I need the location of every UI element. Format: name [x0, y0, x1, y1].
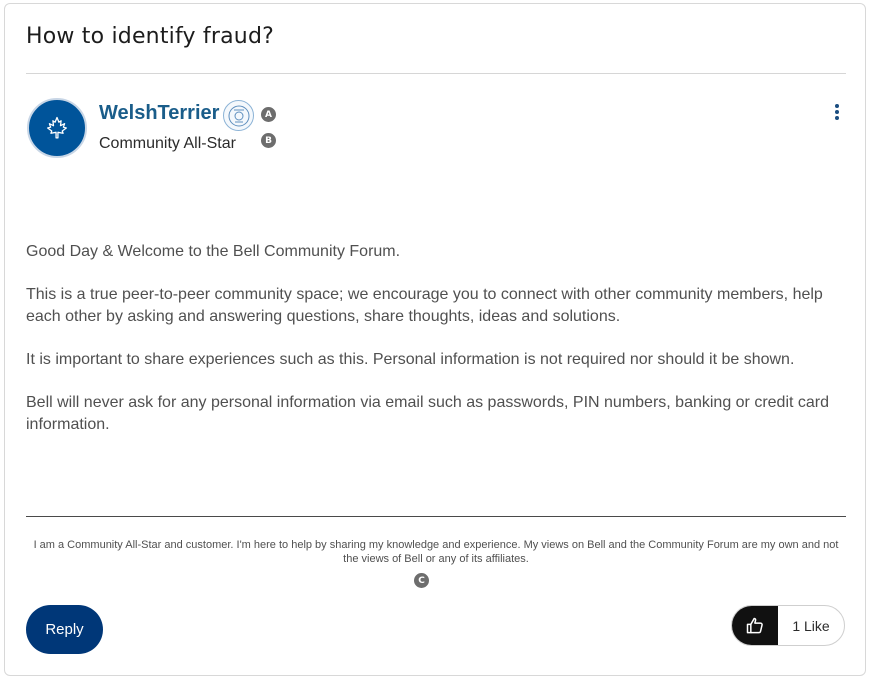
author-signature: I am a Community All-Star and customer. … [33, 539, 839, 565]
annotation-marker-c: C [414, 573, 429, 588]
like-button[interactable] [732, 606, 778, 645]
post-options-menu-icon[interactable] [831, 102, 843, 122]
title-divider [26, 73, 846, 74]
maple-leaf-icon [47, 116, 67, 139]
author-rank: Community All-Star [99, 135, 236, 152]
like-count[interactable]: 1 Like [778, 606, 844, 645]
post-paragraph: It is important to share experiences suc… [26, 351, 795, 368]
like-control: 1 Like [731, 605, 845, 646]
author-avatar[interactable] [27, 98, 87, 158]
post-paragraph: Good Day & Welcome to the Bell Community… [26, 243, 401, 260]
signature-divider [26, 516, 846, 517]
annotation-marker-a: A [261, 107, 276, 122]
forum-post-card: How to identify fraud? WelshTerrier A Co… [4, 3, 866, 676]
all-star-badge-icon [223, 100, 254, 131]
post-title: How to identify fraud? [26, 24, 274, 49]
thumbs-up-icon [746, 617, 763, 633]
post-paragraph: Bell will never ask for any personal inf… [26, 394, 830, 433]
annotation-marker-b: B [261, 133, 276, 148]
author-name[interactable]: WelshTerrier [99, 102, 219, 125]
post-paragraph: This is a true peer-to-peer community sp… [26, 286, 823, 325]
reply-button[interactable]: Reply [26, 605, 103, 654]
post-body: Good Day & Welcome to the Bell Community… [26, 241, 846, 457]
